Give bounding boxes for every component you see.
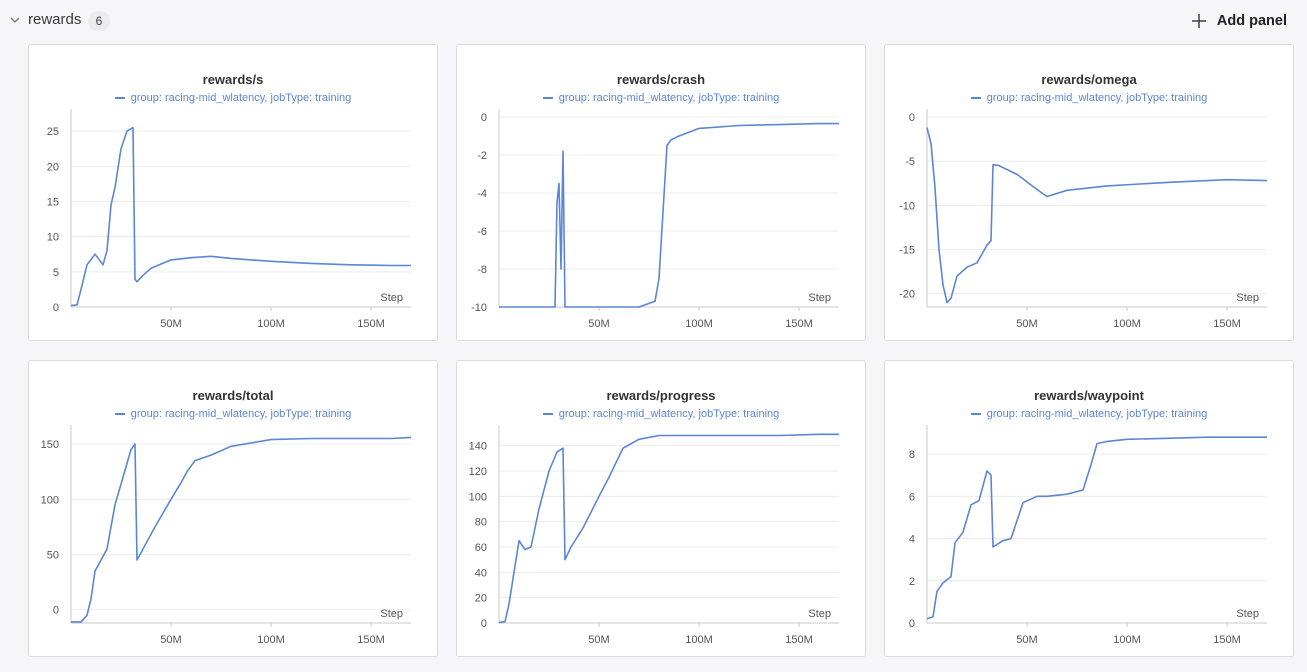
y-tick-label: -10 [899, 200, 915, 212]
y-tick-label: -4 [477, 188, 487, 200]
y-tick-label: -8 [477, 264, 487, 276]
x-tick-label: 50M [588, 318, 609, 330]
plus-icon [1191, 13, 1207, 29]
y-tick-label: 0 [909, 618, 915, 630]
chart-plot[interactable]: 0 50 100 150 50M 100M 150M Step [29, 361, 438, 657]
y-tick-label: -6 [477, 226, 487, 238]
x-tick-label: 50M [1016, 318, 1037, 330]
y-tick-label: -20 [899, 289, 915, 301]
y-tick-label: 15 [47, 196, 59, 208]
y-tick-label: 10 [47, 232, 59, 244]
add-panel-label: Add panel [1217, 13, 1287, 29]
y-tick-label: 20 [47, 161, 59, 173]
chart-plot[interactable]: 0 2 4 6 8 50M 100M 150M Step [885, 361, 1294, 657]
x-tick-label: 100M [257, 318, 285, 330]
y-tick-label: 80 [475, 517, 487, 529]
series-line[interactable] [499, 124, 839, 307]
series-line[interactable] [499, 434, 839, 622]
y-tick-label: 50 [47, 550, 59, 562]
x-tick-label: 100M [685, 634, 713, 646]
x-tick-label: 150M [357, 318, 385, 330]
chart-panel[interactable]: rewards/waypointgroup: racing-mid_wlaten… [884, 360, 1294, 657]
y-tick-label: 40 [475, 567, 487, 579]
y-tick-label: 100 [41, 494, 59, 506]
y-tick-label: 4 [909, 534, 915, 546]
y-tick-label: 100 [469, 491, 487, 503]
section-header: rewards 6 Add panel [0, 0, 1307, 42]
x-tick-label: 150M [357, 634, 385, 646]
x-tick-label: 50M [1016, 634, 1037, 646]
y-tick-label: 20 [475, 593, 487, 605]
series-line[interactable] [71, 437, 411, 622]
series-line[interactable] [927, 128, 1267, 303]
y-tick-label: -5 [905, 156, 915, 168]
chart-panel[interactable]: rewards/progressgroup: racing-mid_wlaten… [456, 360, 866, 657]
y-tick-label: 140 [469, 441, 487, 453]
chart-panel[interactable]: rewards/sgroup: racing-mid_wlatency, job… [28, 44, 438, 341]
chevron-down-icon[interactable] [8, 13, 22, 27]
y-tick-label: 0 [481, 618, 487, 630]
x-tick-label: 100M [685, 318, 713, 330]
y-tick-label: -2 [477, 150, 487, 162]
y-tick-label: 2 [909, 576, 915, 588]
add-panel-button[interactable]: Add panel [1191, 8, 1287, 34]
chart-plot[interactable]: 0 -5 -10 -15 -20 50M 100M 150M Step [885, 45, 1294, 341]
y-tick-label: 60 [475, 542, 487, 554]
y-tick-label: -10 [471, 302, 487, 314]
x-axis-label: Step [808, 292, 831, 304]
section-title[interactable]: rewards [28, 11, 81, 28]
x-axis-label: Step [1236, 292, 1259, 304]
x-tick-label: 150M [785, 634, 813, 646]
y-tick-label: 25 [47, 126, 59, 138]
y-tick-label: 6 [909, 491, 915, 503]
y-tick-label: 5 [53, 267, 59, 279]
y-tick-label: 0 [53, 302, 59, 314]
y-tick-label: 8 [909, 449, 915, 461]
chart-panel[interactable]: rewards/crashgroup: racing-mid_wlatency,… [456, 44, 866, 341]
chart-panel[interactable]: rewards/omegagroup: racing-mid_wlatency,… [884, 44, 1294, 341]
x-tick-label: 100M [1113, 634, 1141, 646]
y-tick-label: 0 [909, 112, 915, 124]
chart-plot[interactable]: 0 20 40 60 80 100 120 140 50M 100M 150M Step [457, 361, 866, 657]
x-axis-label: Step [1236, 608, 1259, 620]
x-axis-label: Step [380, 608, 403, 620]
y-tick-label: 120 [469, 466, 487, 478]
x-axis-label: Step [808, 608, 831, 620]
x-axis-label: Step [380, 292, 403, 304]
y-tick-label: 150 [41, 439, 59, 451]
series-line[interactable] [927, 437, 1267, 619]
x-tick-label: 150M [1213, 318, 1241, 330]
x-tick-label: 150M [785, 318, 813, 330]
y-tick-label: -15 [899, 245, 915, 257]
x-tick-label: 150M [1213, 634, 1241, 646]
x-tick-label: 50M [160, 318, 181, 330]
y-tick-label: 0 [481, 112, 487, 124]
x-tick-label: 50M [588, 634, 609, 646]
x-tick-label: 100M [1113, 318, 1141, 330]
chart-panel[interactable]: rewards/totalgroup: racing-mid_wlatency,… [28, 360, 438, 657]
chart-plot[interactable]: 0 5 10 15 20 25 50M 100M 150M Step [29, 45, 438, 341]
section-count-badge: 6 [88, 11, 110, 31]
series-line[interactable] [71, 128, 411, 306]
y-tick-label: 0 [53, 605, 59, 617]
x-tick-label: 100M [257, 634, 285, 646]
chart-plot[interactable]: 0 -2 -4 -6 -8 -10 50M 100M 150M Step [457, 45, 866, 341]
x-tick-label: 50M [160, 634, 181, 646]
